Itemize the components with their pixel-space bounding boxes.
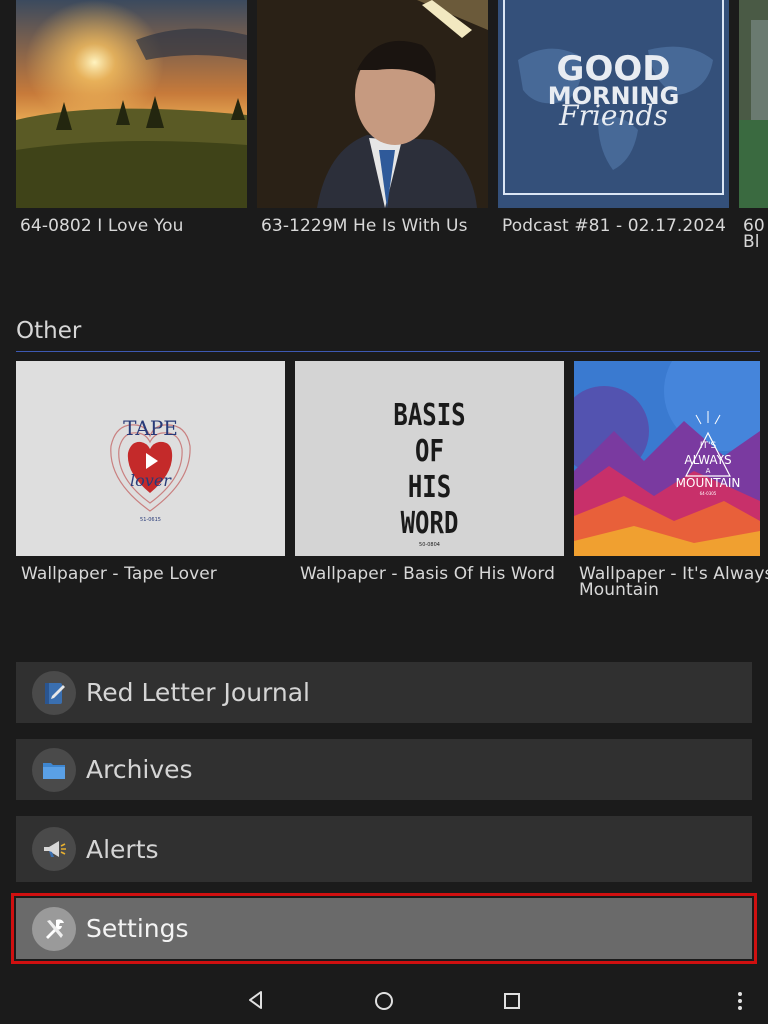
sunrise-landscape-image (16, 0, 247, 208)
thumb-podcast[interactable]: GOOD MORNING Friends (498, 0, 729, 208)
thumb-caption: Podcast #81 - 02.17.2024 (502, 216, 727, 236)
basis-art-line1: BASIS (393, 398, 466, 433)
tape-art-subtitle: lover (130, 471, 171, 490)
podcast-art-line1: GOOD (556, 49, 671, 89)
mountain-art-line1: IT'S (699, 441, 717, 451)
back-icon[interactable] (246, 990, 266, 1010)
thumb-basis-of-his-word[interactable]: BASIS OF HIS WORD 50-0804 (295, 361, 564, 556)
thumb-always-a-mountain[interactable]: IT'S ALWAYS A MOUNTAIN 64-0305 (574, 361, 760, 556)
system-navigation-bar (0, 976, 768, 1024)
thumb-sunrise[interactable] (16, 0, 247, 208)
thumb-caption: Wallpaper - Basis Of His Word (300, 564, 556, 584)
thumb-partial[interactable] (739, 0, 768, 208)
recent-apps-icon[interactable] (502, 991, 522, 1011)
mountain-art-code: 64-0305 (699, 491, 717, 496)
thumb-caption: 63-1229M He Is With Us (261, 216, 468, 236)
menu-item-red-letter-journal[interactable]: Red Letter Journal (16, 662, 752, 723)
basis-art-line3: HIS (407, 470, 452, 505)
journal-icon (32, 670, 76, 715)
thumb-caption-line2: Mountain (579, 580, 659, 600)
megaphone-icon (32, 827, 76, 871)
heart-art-image (110, 424, 191, 512)
menu-item-alerts[interactable]: Alerts (16, 816, 752, 882)
overflow-menu-icon[interactable] (736, 990, 744, 1012)
section-title-other: Other (16, 318, 82, 344)
folder-icon (32, 747, 76, 792)
basis-art-code: 50-0804 (419, 542, 440, 548)
mountain-art-line4: MOUNTAIN (675, 476, 741, 490)
thumb-caption-line2: Bl (743, 232, 760, 252)
basis-art-line2: OF (415, 434, 444, 469)
menu-item-label: Red Letter Journal (86, 678, 310, 707)
portrait-image (257, 0, 488, 208)
section-divider (16, 351, 760, 352)
mountain-art-line3: A (705, 467, 711, 475)
menu-item-label: Settings (86, 914, 189, 943)
tape-art-title: TAPE (123, 416, 178, 440)
podcast-art-line3: Friends (559, 99, 668, 132)
thumb-tape-lover[interactable]: TAPE lover 51-0615 (16, 361, 285, 556)
menu-item-archives[interactable]: Archives (16, 739, 752, 800)
basis-art-line4: WORD (400, 506, 459, 541)
thumb-caption: 64-0802 I Love You (20, 216, 184, 236)
home-icon[interactable] (373, 990, 395, 1012)
tools-icon (32, 906, 76, 951)
partial-image (739, 0, 768, 208)
menu-item-label: Archives (86, 755, 193, 784)
tape-art-code: 51-0615 (140, 517, 161, 523)
menu-item-settings[interactable]: Settings (11, 893, 757, 964)
thumb-portrait[interactable] (257, 0, 488, 208)
menu-item-label: Alerts (86, 834, 159, 864)
thumb-caption: Wallpaper - Tape Lover (21, 564, 217, 584)
mountain-art-line2: ALWAYS (684, 453, 732, 467)
